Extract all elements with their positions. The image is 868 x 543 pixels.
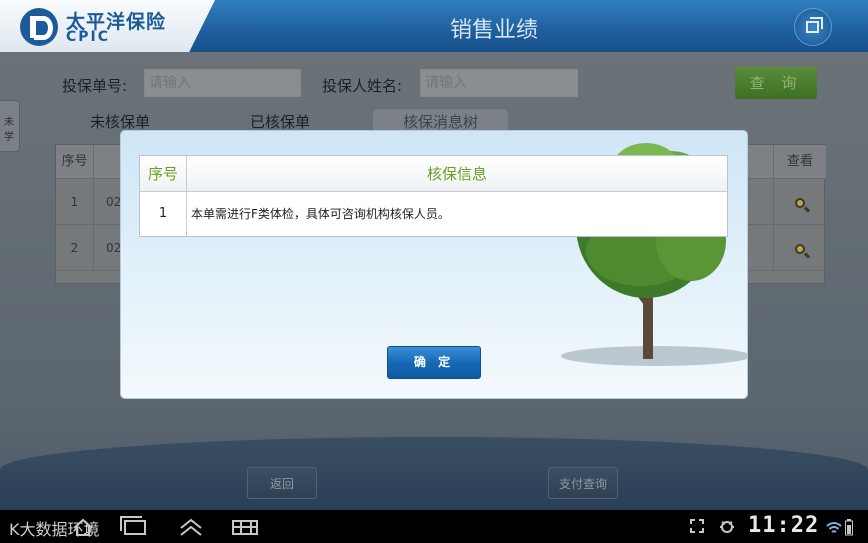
row-index: 1 (56, 179, 94, 225)
back-button[interactable]: 返回 (247, 467, 317, 499)
home-icon[interactable] (72, 518, 94, 536)
search-bar: 投保单号: 投保人姓名: 查 询 (0, 67, 868, 109)
policy-number-input[interactable] (144, 69, 301, 97)
row-index: 2 (56, 225, 94, 271)
policy-holder-input[interactable] (420, 69, 578, 97)
decorative-wave (0, 437, 868, 510)
android-debug-icon (720, 521, 734, 533)
column-header-index: 序号 (56, 145, 94, 179)
policy-number-label: 投保单号: (62, 77, 128, 95)
query-button[interactable]: 查 询 (735, 67, 817, 99)
magnifier-icon (795, 243, 805, 254)
magnifier-icon (795, 197, 805, 208)
payment-query-button[interactable]: 支付查询 (548, 467, 618, 499)
table-row: 1 本单需进行F类体检，具体可咨询机构核保人员。 (140, 192, 727, 236)
review-info-dialog: 序号 核保信息 1 本单需进行F类体检，具体可咨询机构核保人员。 确 定 (120, 130, 748, 399)
column-header-index: 序号 (140, 156, 187, 191)
policy-holder-label: 投保人姓名: (322, 77, 403, 95)
recent-apps-icon[interactable] (120, 516, 146, 535)
page-title: 销售业绩 (449, 18, 538, 43)
row-index: 1 (140, 192, 187, 236)
battery-icon (845, 519, 853, 536)
window-switch-button[interactable] (794, 8, 832, 46)
fullscreen-icon[interactable] (690, 519, 704, 533)
row-review-info: 本单需进行F类体检，具体可咨询机构核保人员。 (191, 207, 450, 221)
app-header: 太平洋保险 CPIC 销售业绩 (0, 0, 868, 52)
chevron-up-icon[interactable] (178, 516, 204, 538)
review-info-table: 序号 核保信息 1 本单需进行F类体检，具体可咨询机构核保人员。 (139, 155, 728, 237)
side-drawer-tab[interactable]: 未学 (0, 100, 20, 152)
keyboard-icon[interactable] (232, 520, 258, 535)
review-info-header: 序号 核保信息 (140, 156, 727, 192)
windows-icon (806, 17, 823, 33)
system-status-bar: K大数据环境 11:22 (0, 510, 868, 543)
clock: 11:22 (748, 513, 820, 538)
row-view-button[interactable] (774, 179, 826, 225)
confirm-button[interactable]: 确 定 (387, 346, 481, 379)
column-header-review-info: 核保信息 (426, 165, 487, 183)
column-header-view: 查看 (774, 145, 826, 179)
wifi-icon (826, 522, 842, 533)
row-view-button[interactable] (774, 225, 826, 271)
